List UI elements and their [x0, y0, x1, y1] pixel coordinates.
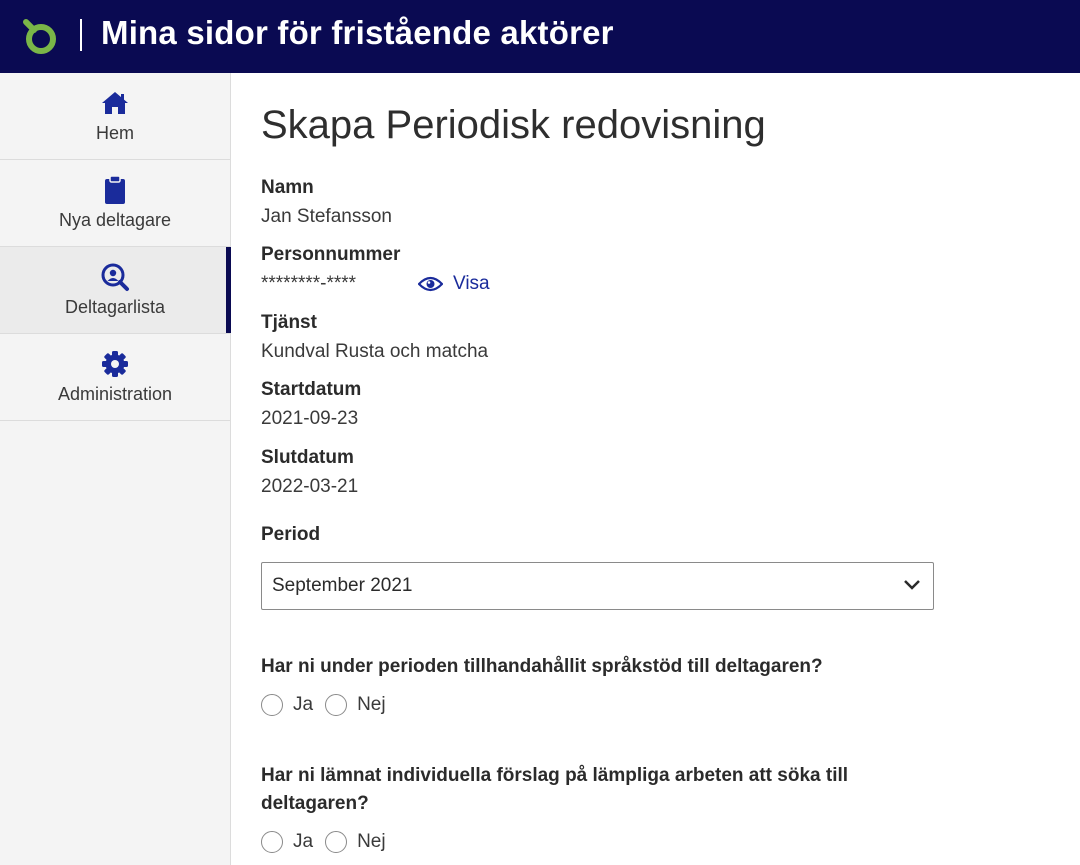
page-title: Skapa Periodisk redovisning: [261, 103, 766, 147]
visa-button[interactable]: Visa: [418, 273, 490, 295]
clipboard-icon: [100, 175, 130, 205]
period-selected-value: September 2021: [272, 575, 413, 596]
chevron-down-icon: [904, 580, 920, 590]
startdatum-label: Startdatum: [261, 379, 362, 400]
sidebar-item-hem[interactable]: Hem: [0, 73, 230, 160]
top-header: Mina sidor för fristående aktörer: [0, 0, 1080, 73]
radio-circle[interactable]: [325, 694, 348, 716]
radio-nej[interactable]: Nej: [325, 831, 386, 853]
question-sprakstod: Har ni under perioden tillhandahållit sp…: [261, 656, 823, 677]
tjanst-label: Tjänst: [261, 312, 317, 333]
radio-label: Nej: [357, 694, 386, 715]
radio-ja[interactable]: Ja: [261, 694, 313, 716]
eye-icon: [418, 276, 443, 292]
radio-circle[interactable]: [261, 831, 283, 853]
period-select[interactable]: September 2021: [261, 562, 934, 610]
sidebar-item-label: Administration: [57, 384, 173, 404]
period-label: Period: [261, 524, 321, 545]
radio-label: Ja: [293, 831, 314, 852]
slutdatum-value: 2022-03-21: [261, 476, 359, 497]
radio-group-sprakstod: Ja Nej: [261, 694, 398, 716]
sidebar-item-label: Deltagarlista: [64, 297, 166, 317]
radio-ja[interactable]: Ja: [261, 831, 313, 853]
tjanst-value: Kundval Rusta och matcha: [261, 341, 489, 362]
question-arbetsforslag: Har ni lämnat individuella förslag på lä…: [261, 765, 849, 814]
sidebar-item-deltagarlista[interactable]: Deltagarlista: [0, 247, 231, 334]
header-divider: [80, 19, 82, 51]
namn-label: Namn: [261, 177, 314, 198]
visa-label: Visa: [453, 273, 490, 294]
sidebar-item-nya-deltagare[interactable]: Nya deltagare: [0, 160, 230, 247]
sidebar: Hem Nya deltagare Deltagarlista Administ…: [0, 73, 231, 865]
radio-circle[interactable]: [325, 831, 348, 853]
home-icon: [100, 88, 130, 118]
search-person-icon: [100, 262, 130, 292]
radio-label: Nej: [357, 831, 386, 852]
namn-value: Jan Stefansson: [261, 206, 392, 227]
sidebar-item-label: Hem: [95, 123, 134, 143]
personnummer-label: Personnummer: [261, 244, 401, 265]
radio-label: Ja: [293, 694, 314, 715]
radio-group-arbetsforslag: Ja Nej: [261, 831, 398, 853]
radio-nej[interactable]: Nej: [325, 694, 386, 716]
personnummer-value: ********-****: [261, 273, 357, 294]
sidebar-item-administration[interactable]: Administration: [0, 334, 230, 421]
sidebar-item-label: Nya deltagare: [58, 210, 172, 230]
startdatum-value: 2021-09-23: [261, 408, 359, 429]
slutdatum-label: Slutdatum: [261, 447, 354, 468]
app-title: Mina sidor för fristående aktörer: [101, 14, 614, 51]
gear-icon: [100, 349, 130, 379]
brand-logo-icon[interactable]: [20, 16, 60, 54]
radio-circle[interactable]: [261, 694, 283, 716]
